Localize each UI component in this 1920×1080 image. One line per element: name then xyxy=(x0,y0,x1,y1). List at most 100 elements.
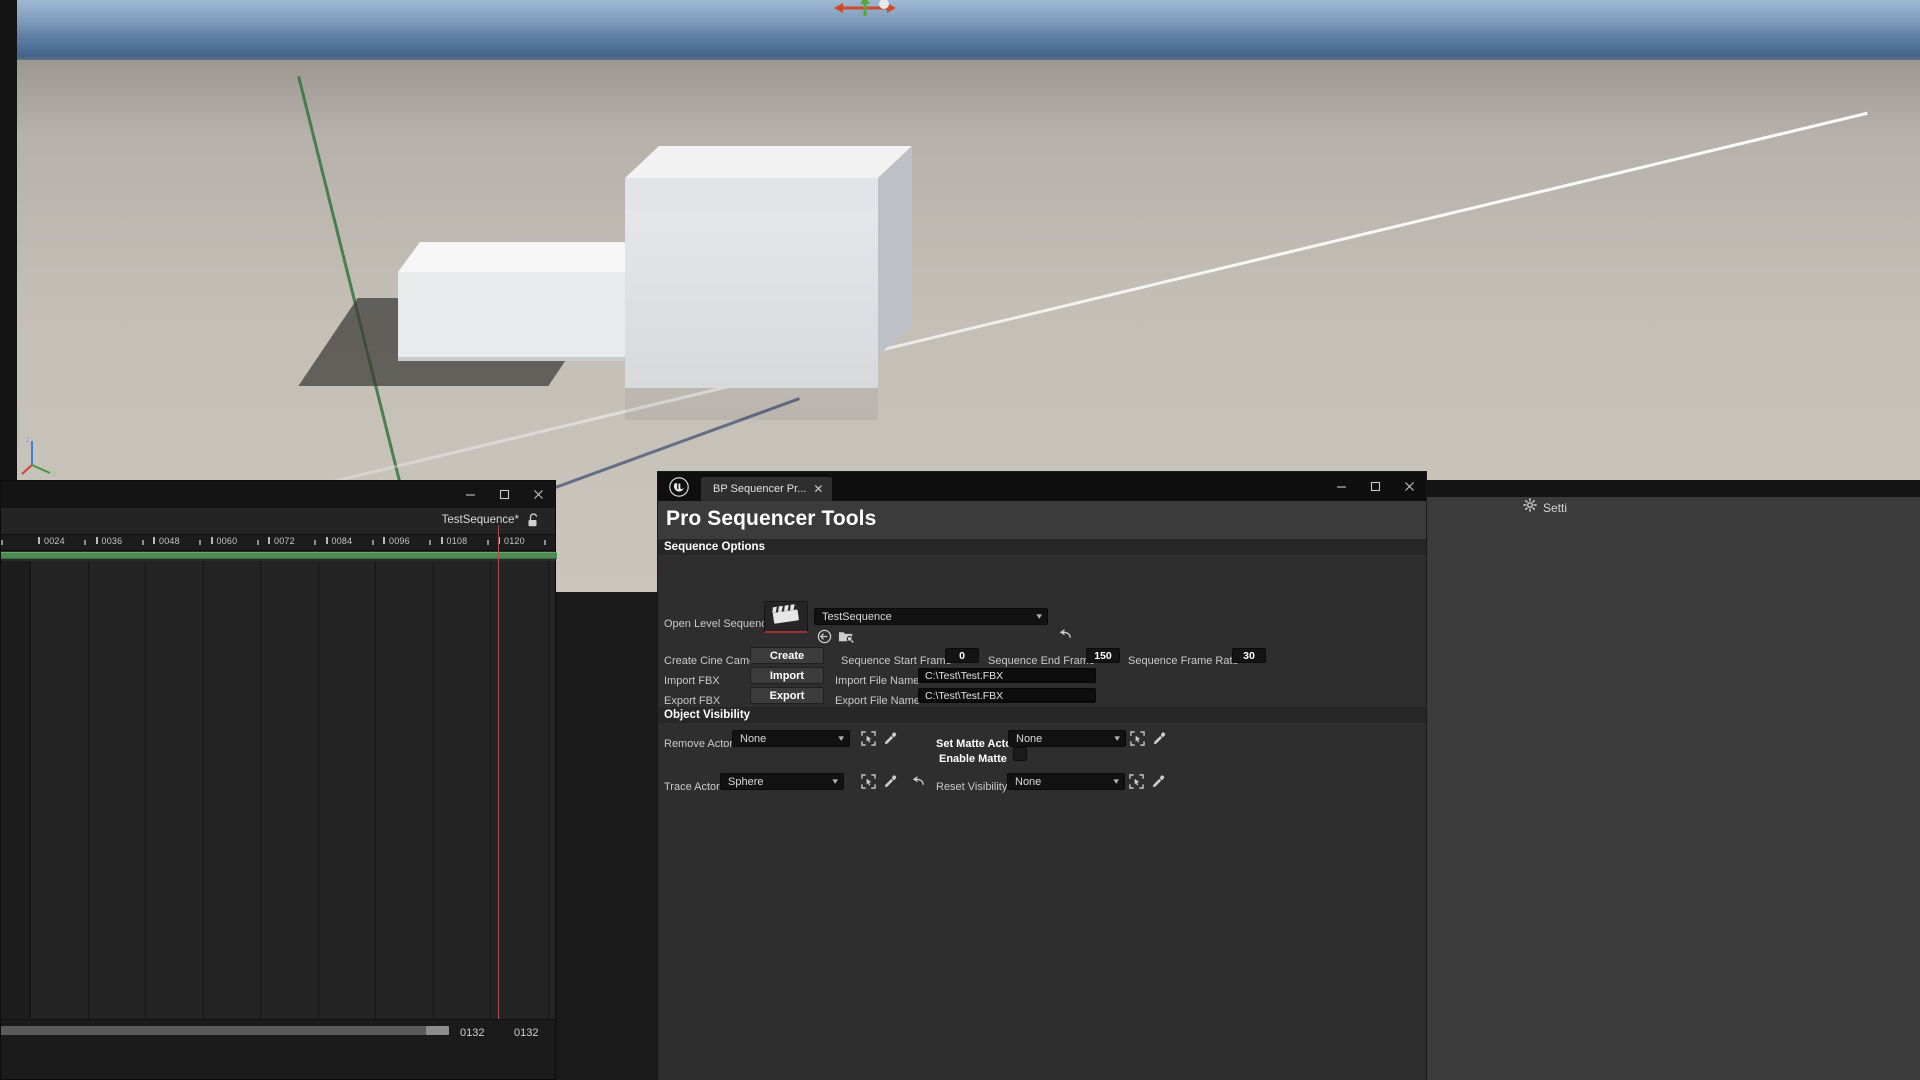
tall-box-shading xyxy=(625,210,878,420)
create-button[interactable]: Create xyxy=(750,647,824,664)
low-box-front xyxy=(398,272,631,357)
gear-icon xyxy=(1523,498,1537,517)
eyedropper-icon[interactable] xyxy=(1149,772,1167,790)
import-file-name-label-wrap: Import File Name xyxy=(835,671,919,689)
import-fbx-label-wrap: Import FBX xyxy=(664,671,720,689)
set-matte-actor-value: None xyxy=(1016,732,1043,745)
reset-visibility-dropdown[interactable]: None ▾ xyxy=(1007,773,1125,790)
playhead[interactable] xyxy=(498,561,499,1019)
settings-control[interactable]: Setti xyxy=(1523,498,1567,517)
track-grid-line xyxy=(547,561,549,1019)
playback-range-fill xyxy=(1,552,557,559)
playhead-marker[interactable] xyxy=(498,525,499,561)
actor-picker-icon[interactable] xyxy=(1127,772,1145,790)
actor-picker-icon[interactable] xyxy=(859,772,877,790)
pst-titlebar[interactable]: BP Sequencer Pr... ✕ xyxy=(658,472,1426,501)
pst-window-controls xyxy=(1324,472,1426,501)
end-frame-display[interactable]: 0132 xyxy=(514,1027,538,1039)
sequence-frame-rate-label: Sequence Frame Rate xyxy=(1128,655,1239,667)
tall-box-top xyxy=(625,146,912,178)
track-grid-line xyxy=(317,561,319,1019)
pst-body: Sequence Options Open Level Sequence Tes… xyxy=(658,539,1426,1080)
actor-picker-icon[interactable] xyxy=(1128,729,1146,747)
minimize-icon[interactable] xyxy=(453,481,487,508)
tab-label: BP Sequencer Pr... xyxy=(713,483,807,495)
svg-text:z: z xyxy=(26,435,30,444)
timeline-tick-label: 0048 xyxy=(159,536,180,546)
chevron-down-icon: ▾ xyxy=(832,776,839,786)
timeline-ruler[interactable]: 0024 0036 0048 0060 0072 0084 0096 0108 0120 xyxy=(1,535,555,551)
eyedropper-icon[interactable] xyxy=(1150,729,1168,747)
chevron-down-icon: ▾ xyxy=(1113,776,1120,786)
sequencer-titlebar[interactable] xyxy=(1,481,555,508)
export-file-name-label: Export File Name xyxy=(835,695,920,707)
sequence-end-frame-input[interactable]: 150 xyxy=(1086,648,1120,663)
track-grid-line xyxy=(260,561,261,1019)
transform-gizmo-icon[interactable] xyxy=(832,0,898,20)
clapper-board-icon xyxy=(771,603,801,630)
settings-label: Setti xyxy=(1543,500,1568,515)
browse-back-icon[interactable] xyxy=(815,627,833,645)
close-icon[interactable] xyxy=(1392,472,1426,501)
sequence-start-frame-label-wrap: Sequence Start Frame xyxy=(841,651,952,669)
eyedropper-icon[interactable] xyxy=(881,772,899,790)
right-panel-topbar xyxy=(1425,480,1920,497)
timeline-tick-label: 0060 xyxy=(216,536,238,546)
level-sequence-dropdown[interactable]: TestSequence ▾ xyxy=(814,608,1048,625)
remove-actor-label-wrap: Remove Actor xyxy=(664,734,733,752)
tab-bp-sequencer-pro[interactable]: BP Sequencer Pr... ✕ xyxy=(701,477,833,501)
right-details-panel[interactable]: Setti xyxy=(1424,480,1920,1080)
export-fbx-label: Export FBX xyxy=(664,695,721,707)
horizontal-scrollbar-thumb-end[interactable] xyxy=(426,1026,449,1035)
close-icon[interactable]: ✕ xyxy=(813,483,823,495)
eyedropper-icon[interactable] xyxy=(881,729,899,747)
maximize-icon[interactable] xyxy=(1358,472,1392,501)
close-icon[interactable] xyxy=(521,481,555,508)
remove-actor-dropdown[interactable]: None ▾ xyxy=(732,730,850,747)
sequence-frame-rate-label-wrap: Sequence Frame Rate xyxy=(1128,651,1239,669)
sequencer-window-controls xyxy=(453,481,555,508)
undo-arrow-icon[interactable] xyxy=(909,773,927,791)
timeline-tick-label: 0120 xyxy=(504,536,525,546)
track-grid-line xyxy=(30,561,31,1019)
export-button[interactable]: Export xyxy=(750,687,824,704)
playback-range-bar[interactable] xyxy=(1,551,557,561)
pro-sequencer-tools-window[interactable]: BP Sequencer Pr... ✕ Pro Sequencer Tools xyxy=(658,472,1426,1080)
sequence-name-label: TestSequence* xyxy=(441,514,519,526)
open-level-sequence-button[interactable] xyxy=(764,601,808,633)
sequence-frame-rate-input[interactable]: 30 xyxy=(1232,648,1266,663)
page-title: Pro Sequencer Tools xyxy=(666,507,877,530)
trace-actor-value: Sphere xyxy=(728,775,764,788)
trace-actor-dropdown[interactable]: Sphere ▾ xyxy=(720,773,844,790)
timeline-track-area[interactable] xyxy=(1,525,555,1019)
undo-arrow-icon[interactable] xyxy=(1056,626,1074,644)
actor-picker-icon[interactable] xyxy=(859,729,877,747)
low-box-top xyxy=(398,242,653,272)
tall-box-front xyxy=(625,178,878,420)
import-file-name-input[interactable]: C:\Test\Test.FBX xyxy=(918,668,1096,683)
tall-box-side xyxy=(878,146,912,356)
sequence-start-frame-input[interactable]: 0 xyxy=(945,648,979,663)
track-grid-line xyxy=(202,561,204,1019)
minimize-icon[interactable] xyxy=(1324,472,1358,501)
maximize-icon[interactable] xyxy=(487,481,521,508)
export-file-name-input[interactable]: C:\Test\Test.FBX xyxy=(918,688,1096,703)
set-matte-actor-dropdown[interactable]: None ▾ xyxy=(1008,730,1126,747)
trace-actor-label: Trace Actor xyxy=(664,781,720,793)
chevron-down-icon: ▾ xyxy=(1036,611,1043,621)
timeline-tick-label: 0024 xyxy=(44,536,65,546)
section-header-sequence-options: Sequence Options xyxy=(658,539,1426,555)
timeline-tick-label: 0108 xyxy=(446,536,468,546)
track-grid-line xyxy=(490,561,491,1019)
enable-matte-checkbox[interactable] xyxy=(1013,747,1027,761)
remove-actor-value: None xyxy=(740,732,767,745)
browse-folder-icon[interactable] xyxy=(837,627,855,645)
trace-actor-label-wrap: Trace Actor xyxy=(664,777,720,795)
import-button[interactable]: Import xyxy=(750,667,824,684)
horizontal-scrollbar-thumb[interactable] xyxy=(1,1026,426,1035)
unlock-icon[interactable] xyxy=(527,513,541,529)
sequencer-window[interactable]: TestSequence* 0024 0036 0048 0060 0072 0084 00… xyxy=(0,480,557,1080)
current-frame-display[interactable]: 0132 xyxy=(460,1027,484,1039)
section-title: Object Visibility xyxy=(664,709,751,721)
enable-matte-label-wrap: Enable Matte xyxy=(939,749,1007,767)
